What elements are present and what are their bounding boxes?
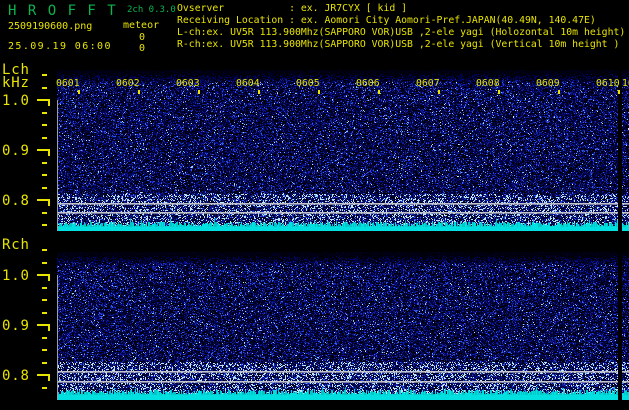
freq-tick-major: [37, 199, 49, 201]
lch-freq-0.8: 0.8: [2, 193, 30, 209]
freq-tick-minor: [42, 162, 47, 164]
time-tick: [498, 90, 500, 94]
time-tick: [78, 90, 80, 94]
freq-tick-major: [37, 149, 49, 151]
rch-axis-line: [57, 275, 58, 400]
freq-tick-minor: [42, 262, 47, 264]
mode-label: meteor: [123, 20, 160, 31]
time-label: 0605: [296, 78, 320, 89]
freq-tick-minor: [42, 74, 47, 76]
time-tick: [558, 90, 560, 94]
meteor-count-bottom: 0: [138, 43, 145, 54]
lch-spectrogram: [57, 70, 629, 231]
rch-freq-1.0: 1.0: [2, 268, 30, 284]
freq-tick-minor: [42, 224, 47, 226]
freq-tick-minor: [42, 112, 47, 114]
info-line-location: Receiving Location : ex. Aomori City Aom…: [177, 15, 596, 26]
freq-tick-minor: [42, 249, 47, 251]
observation-datetime: 25.09.19 06:00: [8, 41, 112, 52]
freq-tick-minor: [42, 287, 47, 289]
freq-tick-minor: [42, 337, 47, 339]
hrofft-window: H R O F F T 2ch 0.3.0 2509190600.png met…: [0, 0, 629, 410]
output-filename: 2509190600.png: [8, 21, 93, 32]
time-label-overflow: 10: [622, 78, 629, 89]
time-tick: [138, 90, 140, 94]
time-label: 0602: [116, 78, 140, 89]
freq-tick-major: [37, 99, 49, 101]
freq-tick-minor: [42, 124, 47, 126]
time-label: 0608: [476, 78, 500, 89]
khz-unit-label: kHz: [2, 75, 30, 91]
time-label: 0609: [536, 78, 560, 89]
freq-tick-minor: [42, 174, 47, 176]
time-label: 0604: [236, 78, 260, 89]
freq-tick-minor: [42, 362, 47, 364]
lch-freq-1.0: 1.0: [2, 93, 30, 109]
time-tick: [378, 90, 380, 94]
info-line-rch-setup: R-ch:ex. UV5R 113.900Mhz(SAPPORO VOR)USB…: [177, 39, 620, 50]
freq-tick-major: [37, 274, 49, 276]
app-version: 2ch 0.3.0: [127, 5, 176, 15]
time-tick: [318, 90, 320, 94]
time-label: 0610: [596, 78, 620, 89]
freq-tick-minor: [42, 212, 47, 214]
freq-tick-minor: [42, 299, 47, 301]
info-line-lch-setup: L-ch:ex. UV5R 113.900Mhz(SAPPORO VOR)USB…: [177, 27, 626, 38]
meteor-count-top: 0: [138, 32, 145, 43]
freq-tick-minor: [42, 349, 47, 351]
freq-tick-minor: [42, 137, 47, 139]
freq-tick-minor: [42, 387, 47, 389]
time-label: 0607: [416, 78, 440, 89]
freq-tick-minor: [42, 87, 47, 89]
rch-spectrogram: [57, 252, 629, 400]
time-label: 0601: [56, 78, 80, 89]
time-tick: [438, 90, 440, 94]
rch-freq-0.8: 0.8: [2, 368, 30, 384]
time-tick: [258, 90, 260, 94]
freq-tick-minor: [42, 187, 47, 189]
info-line-observer: Ovserver : ex. JR7CYX [ kid ]: [177, 3, 408, 14]
time-label: 0603: [176, 78, 200, 89]
rch-label: Rch: [2, 237, 30, 253]
freq-tick-minor: [42, 312, 47, 314]
lch-axis-line: [57, 100, 58, 231]
time-label: 0606: [356, 78, 380, 89]
app-title: H R O F F T: [8, 3, 118, 19]
time-tick: [198, 90, 200, 94]
time-tick: [618, 90, 620, 94]
lch-freq-0.9: 0.9: [2, 143, 30, 159]
freq-tick-major: [37, 374, 49, 376]
freq-tick-major: [37, 324, 49, 326]
rch-freq-0.9: 0.9: [2, 318, 30, 334]
